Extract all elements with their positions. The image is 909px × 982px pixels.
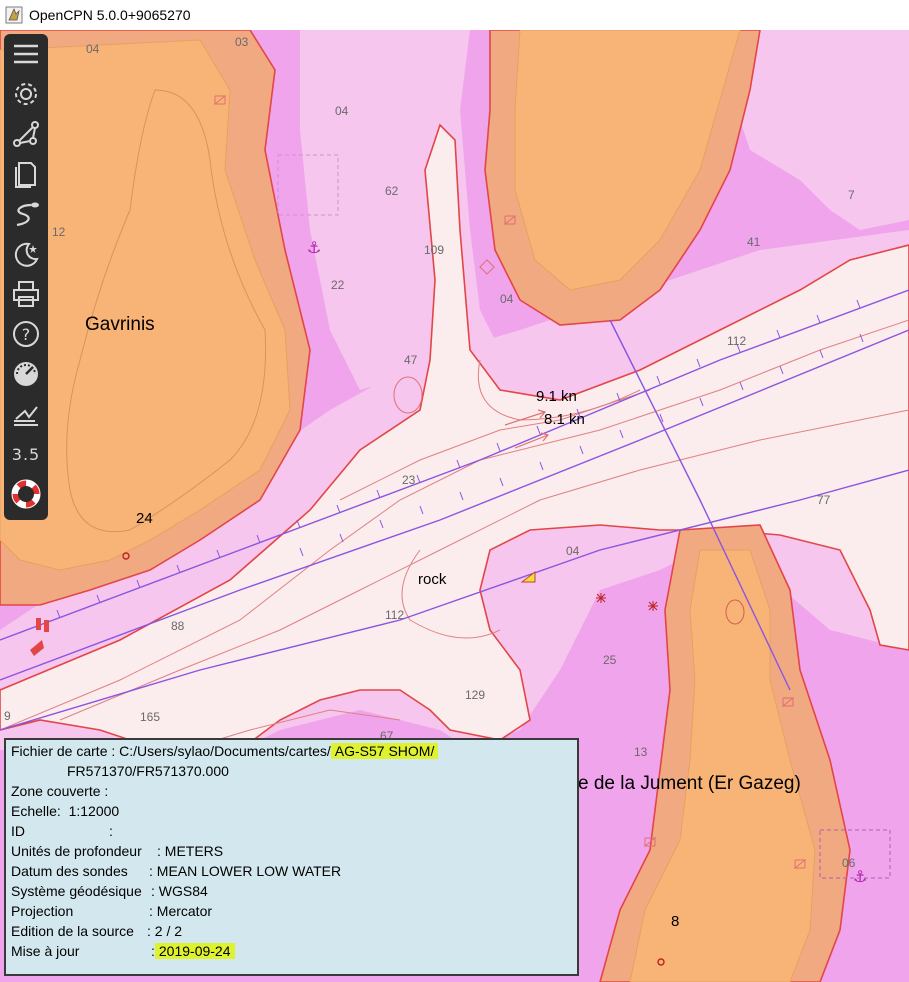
help-button[interactable]: ? [8,316,44,352]
info-label: Projection [11,903,74,919]
night-mode-icon [14,242,39,267]
sounding: 109 [424,243,445,257]
info-value: : 2 / 2 [147,923,183,939]
info-value: : METERS [157,843,224,859]
info-row-datum: Datum des sondes : MEAN LOWER LOW WATER [11,861,341,881]
sounding: 165 [140,710,161,724]
sounding: 88 [171,619,185,633]
route-icon [13,121,39,147]
sounding: 25 [603,653,617,667]
svg-text:⚓: ⚓ [307,238,321,257]
sounding: 03 [235,35,249,49]
sounding: 7 [848,188,855,202]
scale-button[interactable]: 3.5 [8,436,44,472]
print-button[interactable] [8,276,44,312]
info-row-file: Fichier de carte : C:/Users/sylao/Docume… [11,741,439,761]
chart-info-panel: Fichier de carte : C:/Users/sylao/Docume… [4,738,579,976]
place-name-gavrinis: Gavrinis [85,314,155,335]
route-manager-button[interactable] [8,156,44,192]
info-row-projection: Projection : Mercator [11,901,212,921]
dashboard-icon [14,362,38,386]
info-label: Mise à jour [11,943,80,959]
dashboard-button[interactable] [8,356,44,392]
sounding: 23 [402,473,416,487]
sounding: 129 [465,688,486,702]
info-row-id: ID: [11,821,113,841]
sounding: 77 [817,493,831,507]
info-row-file-continued: FR571370/FR571370.000 [67,761,229,781]
documents-icon [15,162,36,188]
info-value: : MEAN LOWER LOW WATER [149,863,342,879]
sounding: 22 [331,278,345,292]
help-icon: ? [13,321,39,347]
window-title: OpenCPN 5.0.0+9065270 [29,7,191,23]
info-row-update: Mise à jour:2019-09-24 [11,941,235,961]
info-label: Echelle: [11,803,61,819]
track-button[interactable] [8,196,44,232]
info-row-geodetic: Système géodésique : WGS84 [11,881,208,901]
sounding: 04 [566,544,580,558]
sounding: 04 [86,42,100,56]
track-icon [16,202,39,227]
place-name-jument: e de la Jument (Er Gazeg) [578,773,801,794]
sounding: 62 [385,184,399,198]
ais-icon [14,406,38,426]
height-label: 8 [671,913,680,930]
menu-button[interactable] [8,36,44,72]
current-speed-label: 9.1 kn [536,388,577,405]
info-value: : WGS84 [151,883,208,899]
gear-icon [15,83,37,105]
ais-button[interactable] [8,396,44,432]
night-mode-button[interactable] [8,236,44,272]
info-label: Datum des sondes [11,863,128,879]
info-label: Zone couverte [11,783,101,799]
info-row-zone: Zone couverte : [11,781,108,801]
info-value-highlight: AG-S57 SHOM/ [330,743,439,759]
info-row-scale: Echelle: 1:12000 [11,801,119,821]
mob-button[interactable] [8,476,44,512]
info-label: Unités de profondeur [11,843,142,859]
info-label: ID [11,823,25,839]
opencpn-app-icon [5,6,23,24]
place-name-rock: rock [418,571,447,588]
info-label: Edition de la source [11,923,134,939]
info-value: FR571370/FR571370.000 [67,763,229,779]
height-label: 24 [136,510,153,527]
svg-text:?: ? [22,325,31,344]
sounding: 9 [4,709,11,723]
sounding: 04 [335,104,349,118]
current-speed-label: 8.1 kn [544,411,585,428]
info-separator: : [109,823,113,839]
title-bar: OpenCPN 5.0.0+9065270 [0,0,909,30]
info-label: Système géodésique [11,883,142,899]
sounding: 112 [385,608,405,622]
sounding: 112 [727,334,747,348]
lifebuoy-icon [11,479,41,509]
sounding: 04 [500,292,514,306]
info-value: : Mercator [149,903,213,919]
sounding: 06 [842,856,856,870]
info-row-depth-units: Unités de profondeur : METERS [11,841,223,861]
sounding: 12 [52,225,66,239]
info-value: 1:12000 [68,803,120,819]
sounding: 47 [404,353,418,367]
route-button[interactable] [8,116,44,152]
info-value: C:/Users/sylao/Documents/cartes/ [119,743,331,759]
info-row-edition: Edition de la source : 2 / 2 [11,921,182,941]
info-label: Fichier de carte : [11,743,116,759]
info-value-highlight: 2019-09-24 [154,943,235,959]
settings-button[interactable] [8,76,44,112]
sounding: 13 [634,745,648,759]
scale-icon: 3.5 [11,444,41,464]
info-separator: : [104,783,109,799]
main-toolbar: ? 3.5 [4,34,48,520]
menu-icon [14,44,38,64]
sounding: 41 [747,235,761,249]
print-icon [13,281,39,307]
